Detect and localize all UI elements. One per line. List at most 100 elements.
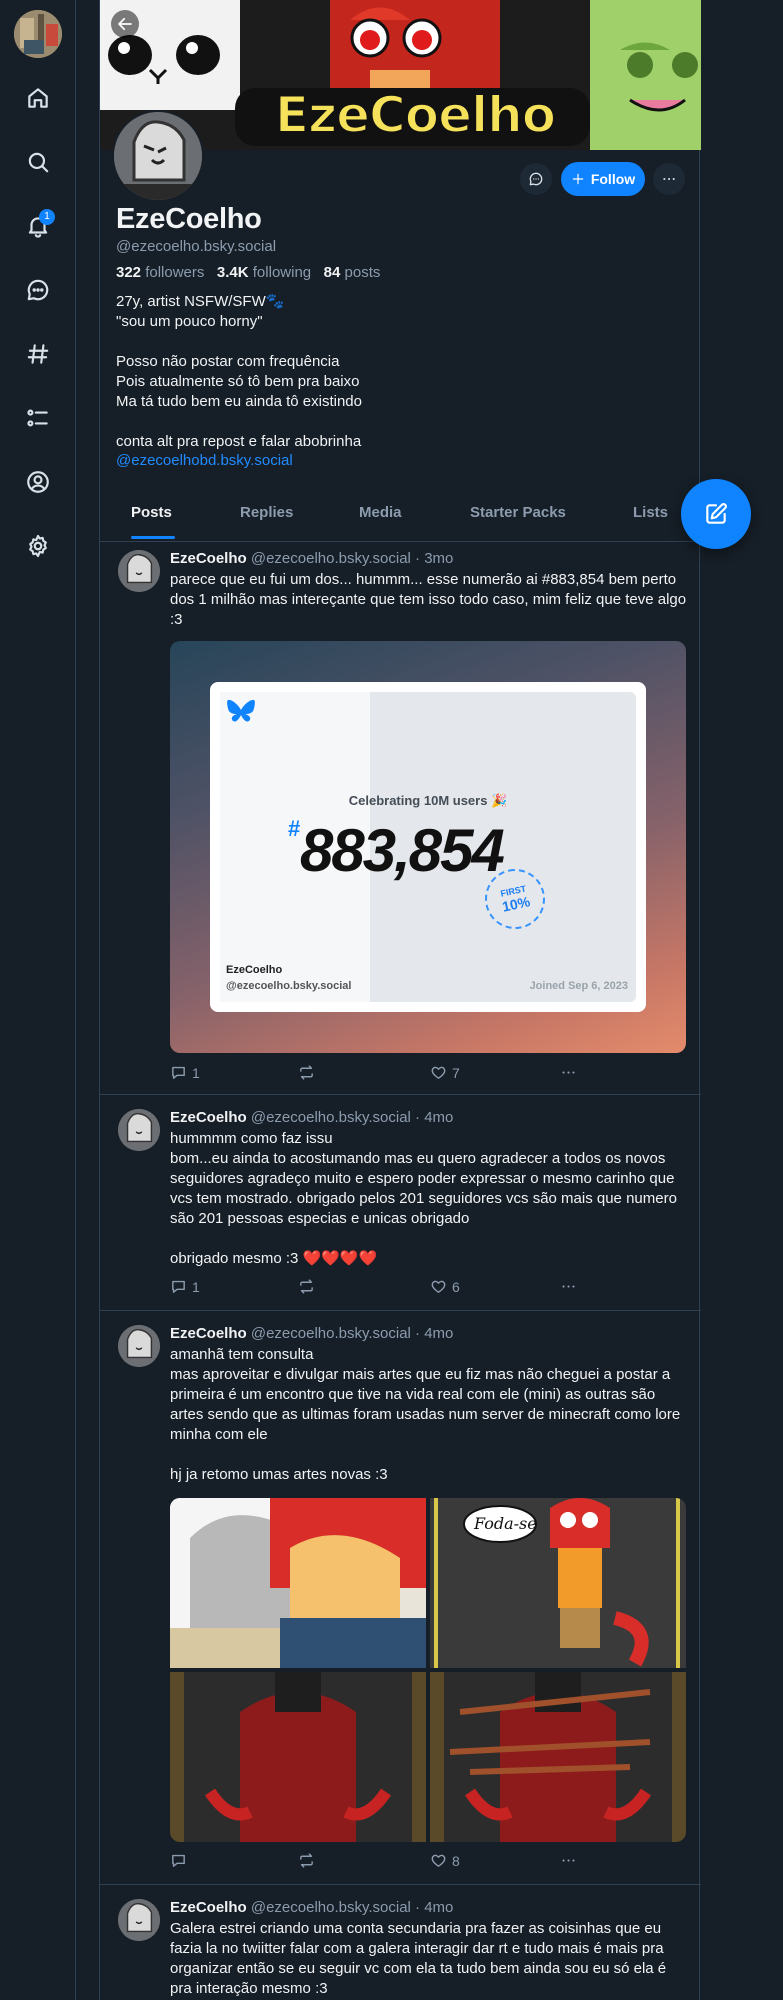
search-icon[interactable] [18,142,58,182]
post-author-avatar[interactable] [118,550,160,592]
feed-post[interactable]: EzeCoelho @ezecoelho.bsky.social · 4mo G… [100,1885,701,2000]
heart-icon [431,1066,446,1079]
like-button[interactable]: 8 [430,1852,460,1869]
repost-button[interactable] [298,1852,320,1869]
following-label: following [252,264,312,281]
follow-button[interactable]: Follow [561,162,645,196]
post-author-avatar[interactable] [118,1325,160,1367]
profile-column: EzeCoelho Follow EzeCoelho @ezecoelho.bs… [99,0,701,2000]
notifications-icon[interactable]: 1 [18,206,58,246]
post-author-name[interactable]: EzeCoelho [170,1325,247,1342]
ellipsis-icon [663,178,675,180]
post-text: hummmm como faz issu bom...eu ainda to a… [170,1130,677,1267]
settings-gear-icon[interactable] [18,526,58,566]
tab-posts[interactable]: Posts [131,504,172,521]
tab-replies[interactable]: Replies [240,504,293,521]
tab-lists[interactable]: Lists [633,504,668,521]
like-button[interactable]: 7 [430,1064,460,1081]
feed-post[interactable]: EzeCoelho @ezecoelho.bsky.social · 4mo h… [100,1095,701,1311]
feed-post[interactable]: EzeCoelho @ezecoelho.bsky.social · 4mo a… [100,1311,701,1885]
compose-pencil-icon [706,503,727,524]
post-more-button[interactable] [560,1278,577,1295]
chat-bubble-icon [529,172,543,186]
like-count: 6 [452,1278,460,1295]
reply-button[interactable] [170,1852,192,1869]
left-nav: 1 [0,0,76,2000]
post-header: EzeCoelho @ezecoelho.bsky.social · 4mo [170,1899,453,1916]
feeds-hashtag-icon[interactable] [18,334,58,374]
followers-count: 322 [116,264,142,281]
following-count: 3.4K [216,264,249,281]
gallery-image-3[interactable] [170,1672,426,1842]
post-actions: 8 [170,1852,590,1872]
milestone-handle: @ezecoelho.bsky.social [226,980,352,992]
tab-starter-packs[interactable]: Starter Packs [470,504,566,521]
post-avatar-image [118,1899,160,1941]
gallery-image-2[interactable]: Foda-se [430,1498,686,1668]
arrow-left-icon [118,17,132,31]
profile-stats: 322 followers 3.4K following 84 posts [116,264,380,281]
repost-icon [300,1853,313,1868]
gallery-image-4[interactable] [430,1672,686,1842]
post-author-avatar[interactable] [118,1899,160,1941]
avatar-image [14,10,62,58]
milestone-name: EzeCoelho [226,964,283,976]
ellipsis-icon [562,1071,575,1074]
reply-button[interactable]: 1 [170,1278,200,1295]
chat-icon[interactable] [18,270,58,310]
profile-tabs: Posts Replies Media Starter Packs Lists [100,492,701,542]
post-author-name[interactable]: EzeCoelho [170,1109,247,1126]
plus-icon [572,173,584,185]
profile-handle: @ezecoelho.bsky.social [116,238,277,255]
profile-avatar-image [114,112,202,200]
banner-title: EzeCoelho [274,85,557,145]
post-author-avatar[interactable] [118,1109,160,1151]
following-link[interactable]: 3.4K following [217,264,311,281]
post-author-name[interactable]: EzeCoelho [170,1899,247,1916]
user-avatar[interactable] [14,10,62,58]
repost-button[interactable] [298,1064,320,1081]
gallery-image-1[interactable] [170,1498,426,1668]
like-count: 8 [452,1852,460,1869]
heart-icon [431,1280,446,1293]
compose-post-button[interactable] [681,479,751,549]
milestone-joined: Joined Sep 6, 2023 [529,980,628,992]
post-avatar-image [118,1109,160,1151]
tab-media[interactable]: Media [359,504,402,521]
more-options-button[interactable] [653,163,685,195]
artwork-hug [170,1498,426,1668]
post-header: EzeCoelho @ezecoelho.bsky.social · 4mo [170,1325,453,1342]
post-image-gallery: Foda-se [170,1498,686,1842]
profile-icon[interactable] [18,462,58,502]
notification-count-badge: 1 [39,209,55,225]
heart-icon [431,1854,446,1867]
repost-icon [300,1065,313,1080]
post-more-button[interactable] [560,1852,577,1869]
repost-button[interactable] [298,1278,320,1295]
butterfly-logo-icon [227,699,255,722]
display-name: EzeCoelho [116,203,262,235]
reply-button[interactable]: 1 [170,1064,200,1081]
post-avatar-image [118,1325,160,1367]
post-actions: 1 7 [170,1064,590,1084]
bio-mention-link[interactable]: @ezecoelhobd.bsky.social [116,452,293,469]
like-button[interactable]: 6 [430,1278,460,1295]
post-meta: @ezecoelho.bsky.social · 4mo [250,1325,454,1342]
message-button[interactable] [520,163,552,195]
ellipsis-icon [562,1859,575,1862]
lists-icon[interactable] [18,398,58,438]
followers-link[interactable]: 322 followers [116,264,204,281]
post-avatar-image [118,550,160,592]
feed-post[interactable]: EzeCoelho @ezecoelho.bsky.social · 3mo p… [100,542,701,1095]
post-more-button[interactable] [560,1064,577,1081]
profile-avatar[interactable] [112,110,204,202]
post-author-name[interactable]: EzeCoelho [170,550,247,567]
repost-icon [300,1279,313,1294]
active-tab-indicator [131,536,175,539]
post-meta: @ezecoelho.bsky.social · 4mo [250,1899,454,1916]
home-icon[interactable] [18,78,58,118]
post-text: parece que eu fui um dos... hummm... ess… [170,571,687,628]
post-image[interactable]: Celebrating 10M users 🎉 # 883,854 FIRST … [170,641,686,1053]
like-count: 7 [452,1064,460,1081]
back-button[interactable] [111,10,139,38]
